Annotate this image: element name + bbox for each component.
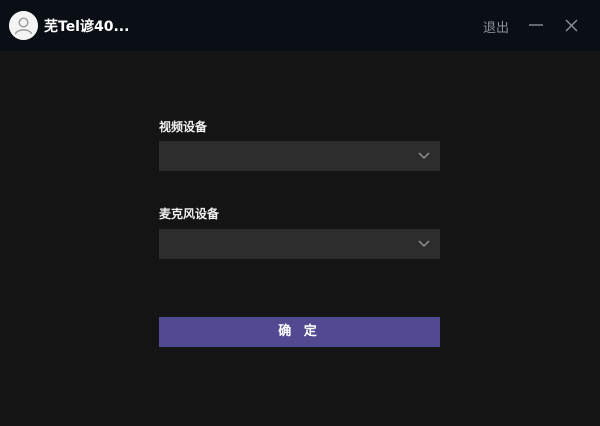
mic-device-select[interactable] xyxy=(159,229,440,259)
chevron-down-icon xyxy=(418,240,430,247)
minimize-button[interactable] xyxy=(525,14,547,36)
chevron-down-icon xyxy=(418,152,430,159)
confirm-button[interactable]: 确 定 xyxy=(159,317,440,347)
user-avatar-icon xyxy=(9,11,38,40)
title-bar: 芜Tel谚40... 退出 xyxy=(0,0,600,51)
minimize-icon xyxy=(529,24,543,26)
device-settings-window: 芜Tel谚40... 退出 视频设备 麦克风设备 确 定 xyxy=(0,0,600,426)
avatar[interactable] xyxy=(9,11,38,40)
mic-device-label: 麦克风设备 xyxy=(159,207,220,221)
video-device-label: 视频设备 xyxy=(159,120,208,134)
user-name: 芜Tel谚40... xyxy=(44,19,130,35)
logout-link[interactable]: 退出 xyxy=(483,17,509,36)
close-icon xyxy=(565,19,577,31)
video-device-select[interactable] xyxy=(159,141,440,171)
close-button[interactable] xyxy=(560,14,582,36)
